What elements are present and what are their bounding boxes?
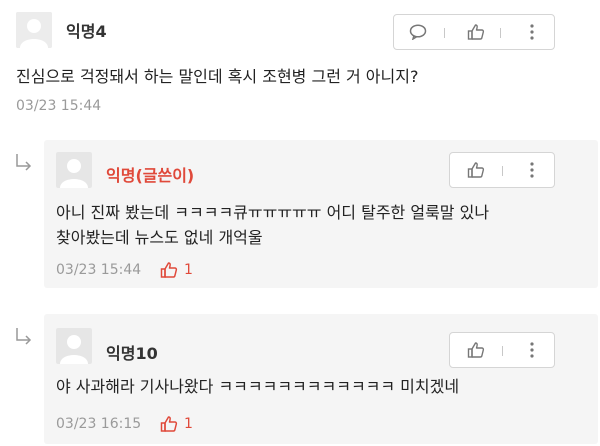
- avatar-icon: [56, 152, 92, 188]
- reply-actions: [449, 332, 555, 368]
- thumbs-up-icon: [467, 162, 485, 178]
- comment-button[interactable]: [404, 15, 432, 49]
- more-icon: [530, 162, 534, 178]
- comment-text: 진심으로 걱정돼서 하는 말인데 혹시 조현병 그런 거 아니지?: [16, 67, 419, 86]
- reply-item: 익명(글쓴이) 아니 진짜 봤는데 ㅋㅋㅋㅋ큐ㅠㅠㅠㅠㅠ 어디 탈주한 얼룩말 …: [44, 140, 598, 288]
- comment-timestamp: 03/23 15:44: [16, 98, 102, 114]
- more-icon: [530, 342, 534, 358]
- reply-author[interactable]: 익명10: [106, 340, 158, 364]
- reply-timestamp: 03/23 15:44: [56, 262, 142, 278]
- reply-text-line: 아니 진짜 봤는데 ㅋㅋㅋㅋ큐ㅠㅠㅠㅠㅠ 어디 탈주한 얼룩말 있나: [56, 203, 490, 222]
- like-button[interactable]: [462, 15, 490, 49]
- avatar: [16, 12, 52, 48]
- divider: [500, 28, 501, 38]
- comment-actions: [393, 14, 555, 50]
- like-count: 1: [184, 416, 193, 432]
- avatar-icon: [16, 12, 52, 48]
- more-button[interactable]: [518, 333, 546, 367]
- more-icon: [530, 24, 534, 40]
- more-button[interactable]: [518, 153, 546, 187]
- reply-arrow-icon: [16, 328, 32, 345]
- comment-author[interactable]: 익명4: [66, 18, 107, 42]
- more-button[interactable]: [518, 15, 546, 49]
- reply-text-line: 찾아봤는데 뉴스도 없네 개억울: [56, 228, 263, 247]
- thumbs-up-icon: [467, 24, 485, 40]
- thumbs-up-icon: [467, 342, 485, 358]
- thumbs-up-icon[interactable]: [160, 415, 178, 433]
- like-button[interactable]: [462, 153, 490, 187]
- like-count: 1: [184, 262, 193, 278]
- reply-actions: [449, 152, 555, 188]
- like-button[interactable]: [462, 333, 490, 367]
- divider: [502, 166, 503, 176]
- divider: [444, 28, 445, 38]
- reply-text-line: 야 사과해라 기사나왔다 ㅋㅋㅋㅋㅋㅋㅋㅋㅋㅋㅋㅋ 미치겠네: [56, 377, 460, 396]
- divider: [502, 346, 503, 356]
- avatar: [56, 152, 92, 188]
- thumbs-up-icon[interactable]: [160, 261, 178, 279]
- reply-item: 익명10 야 사과해라 기사나왔다 ㅋㅋㅋㅋㅋㅋㅋㅋㅋㅋㅋㅋ 미치겠네 03/2…: [44, 314, 598, 444]
- reply-arrow-icon: [16, 154, 32, 171]
- reply-timestamp: 03/23 16:15: [56, 416, 142, 432]
- reply-author[interactable]: 익명(글쓴이): [106, 162, 194, 186]
- avatar-icon: [56, 328, 92, 364]
- comment-icon: [409, 24, 427, 40]
- avatar: [56, 328, 92, 364]
